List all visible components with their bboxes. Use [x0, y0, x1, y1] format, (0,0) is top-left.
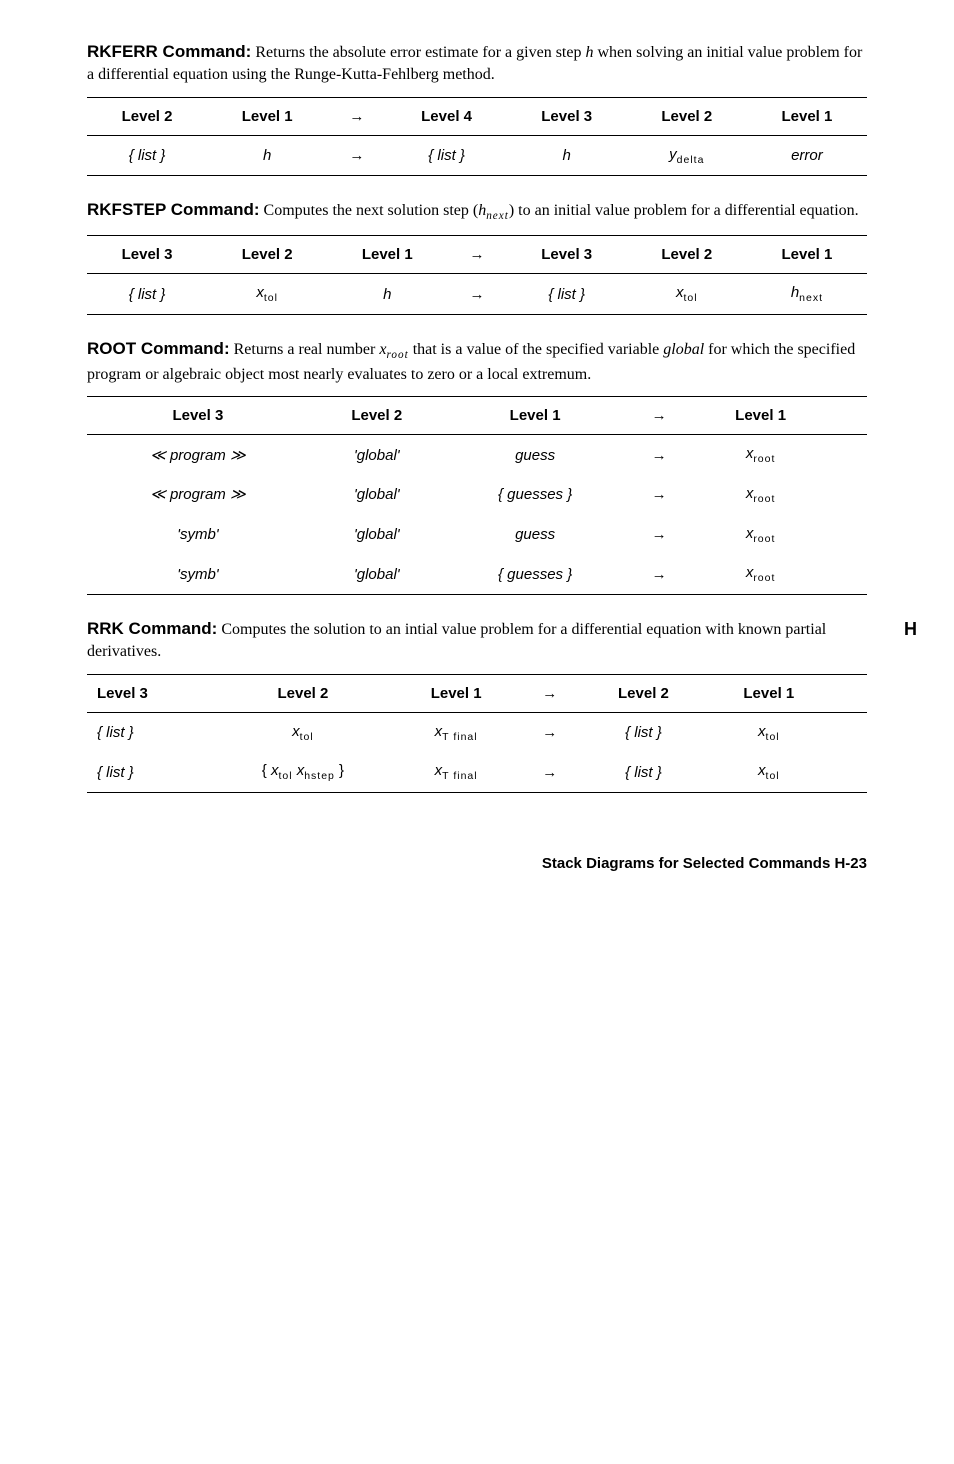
- col-header: →: [447, 236, 506, 274]
- cell: xroot: [693, 475, 829, 515]
- col-header: Level 2: [212, 674, 393, 712]
- col-header: Level 3: [507, 97, 627, 135]
- table-row: 'symb' 'global' { guesses } → xroot: [87, 554, 867, 594]
- rrk-table: Level 3 Level 2 Level 1 → Level 2 Level …: [87, 674, 867, 793]
- cell: 'symb': [87, 554, 309, 594]
- root-table: Level 3 Level 2 Level 1 → Level 1 ≪ prog…: [87, 396, 867, 595]
- rkferr-heading: RKFERR Command:: [87, 42, 251, 61]
- col-header: Level 1: [747, 236, 867, 274]
- col-header: Level 2: [581, 674, 706, 712]
- cell: xtol: [207, 274, 327, 315]
- col-header: Level 2: [627, 97, 747, 135]
- cell: 'global': [309, 554, 445, 594]
- cell: 'global': [309, 475, 445, 515]
- rkfstep-heading: RKFSTEP Command:: [87, 200, 260, 219]
- col-header: →: [519, 674, 581, 712]
- cell: h: [327, 274, 447, 315]
- cell: xroot: [693, 435, 829, 475]
- col-header: Level 1: [706, 674, 831, 712]
- cell: error: [747, 135, 867, 176]
- col-header: Level 3: [507, 236, 627, 274]
- cell: xroot: [693, 554, 829, 594]
- col-header: Level 1: [693, 397, 829, 435]
- table-header-row: Level 3 Level 2 Level 1 → Level 1: [87, 397, 867, 435]
- col-header: Level 3: [87, 397, 309, 435]
- cell: { guesses }: [445, 475, 626, 515]
- cell: { list }: [87, 712, 212, 752]
- cell: xtol: [706, 712, 831, 752]
- table-row: { list } xtol h → { list } xtol hnext: [87, 274, 867, 315]
- cell: 'global': [309, 435, 445, 475]
- table-header-row: Level 3 Level 2 Level 1 → Level 2 Level …: [87, 674, 867, 712]
- cell: h: [207, 135, 327, 176]
- cell: →: [327, 135, 386, 176]
- cell: ydelta: [627, 135, 747, 176]
- table-row: ≪ program ≫ 'global' { guesses } → xroot: [87, 475, 867, 515]
- root-paragraph: ROOT Command: Returns a real number xroo…: [87, 337, 867, 386]
- col-header: →: [626, 397, 693, 435]
- col-header: Level 1: [207, 97, 327, 135]
- cell: { list }: [87, 752, 212, 792]
- cell: 'global': [309, 515, 445, 555]
- cell: { list }: [87, 274, 207, 315]
- cell: →: [626, 515, 693, 555]
- rkfstep-paragraph: RKFSTEP Command: Computes the next solut…: [87, 198, 867, 225]
- cell: { list }: [581, 752, 706, 792]
- cell: xT final: [393, 752, 518, 792]
- cell: →: [626, 435, 693, 475]
- cell: ≪ program ≫: [87, 435, 309, 475]
- rkferr-paragraph: RKFERR Command: Returns the absolute err…: [87, 40, 867, 87]
- table-header-row: Level 2 Level 1 → Level 4 Level 3 Level …: [87, 97, 867, 135]
- col-header: →: [327, 97, 386, 135]
- table-row: ≪ program ≫ 'global' guess → xroot: [87, 435, 867, 475]
- col-header: Level 1: [327, 236, 447, 274]
- rkfstep-desc: Computes the next solution step (hnext) …: [264, 202, 859, 219]
- table-header-row: Level 3 Level 2 Level 1 → Level 3 Level …: [87, 236, 867, 274]
- cell: { list }: [581, 712, 706, 752]
- cell: { xtol xhstep }: [212, 752, 393, 792]
- cell: xroot: [693, 515, 829, 555]
- cell: →: [626, 554, 693, 594]
- col-header: Level 2: [207, 236, 327, 274]
- rkferr-table: Level 2 Level 1 → Level 4 Level 3 Level …: [87, 97, 867, 177]
- cell: xtol: [706, 752, 831, 792]
- table-row: { list } xtol xT final → { list } xtol: [87, 712, 867, 752]
- cell: { guesses }: [445, 554, 626, 594]
- rrk-paragraph: RRK Command: Computes the solution to an…: [87, 617, 867, 664]
- cell: →: [447, 274, 506, 315]
- cell: { list }: [507, 274, 627, 315]
- cell: { list }: [387, 135, 507, 176]
- cell: xtol: [627, 274, 747, 315]
- rkfstep-table: Level 3 Level 2 Level 1 → Level 3 Level …: [87, 235, 867, 315]
- cell: 'symb': [87, 515, 309, 555]
- col-header: Level 4: [387, 97, 507, 135]
- col-header: Level 1: [747, 97, 867, 135]
- cell: guess: [445, 435, 626, 475]
- cell: xtol: [212, 712, 393, 752]
- col-header: Level 2: [309, 397, 445, 435]
- col-header: Level 3: [87, 236, 207, 274]
- cell: hnext: [747, 274, 867, 315]
- cell: guess: [445, 515, 626, 555]
- cell: { list }: [87, 135, 207, 176]
- cell: xT final: [393, 712, 518, 752]
- col-header: Level 3: [87, 674, 212, 712]
- page-footer: Stack Diagrams for Selected Commands H-2…: [87, 853, 867, 874]
- table-row: { list } h → { list } h ydelta error: [87, 135, 867, 176]
- root-heading: ROOT Command:: [87, 339, 230, 358]
- table-row: { list } { xtol xhstep } xT final → { li…: [87, 752, 867, 792]
- col-header: Level 1: [393, 674, 518, 712]
- cell: ≪ program ≫: [87, 475, 309, 515]
- col-header: Level 2: [87, 97, 207, 135]
- table-row: 'symb' 'global' guess → xroot: [87, 515, 867, 555]
- col-header: Level 1: [445, 397, 626, 435]
- cell: →: [626, 475, 693, 515]
- cell: →: [519, 712, 581, 752]
- cell: h: [507, 135, 627, 176]
- cell: →: [519, 752, 581, 792]
- margin-letter: H: [904, 617, 917, 642]
- rrk-heading: RRK Command:: [87, 619, 217, 638]
- col-header: Level 2: [627, 236, 747, 274]
